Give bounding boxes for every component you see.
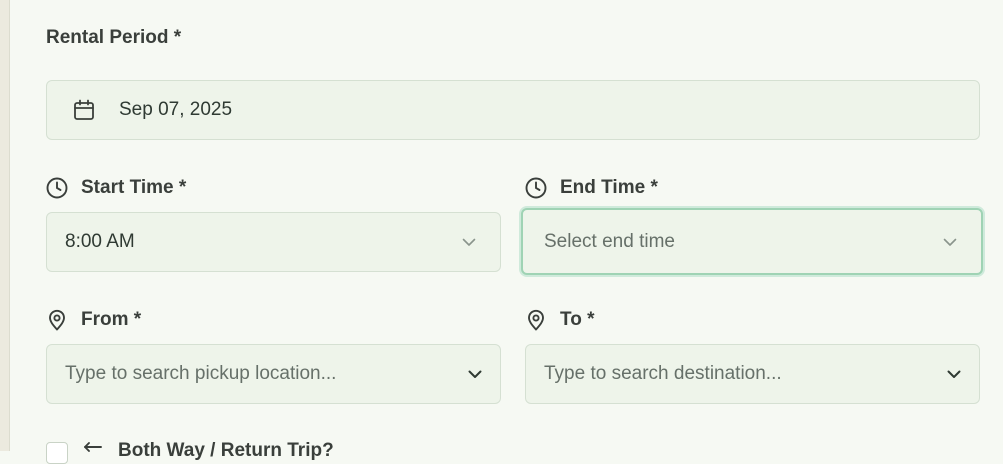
from-label-text: From * xyxy=(81,309,142,330)
return-trip-label-text: Both Way / Return Trip? xyxy=(118,440,334,461)
to-location-input[interactable]: Type to search destination... xyxy=(525,344,980,404)
from-placeholder: Type to search pickup location... xyxy=(65,363,337,384)
from-location-input[interactable]: Type to search pickup location... xyxy=(46,344,501,404)
start-time-label-text: Start Time * xyxy=(81,177,187,198)
rental-date-field[interactable]: Sep 07, 2025 xyxy=(46,80,980,140)
clock-icon xyxy=(525,177,547,199)
map-pin-icon xyxy=(525,309,547,331)
end-time-label-text: End Time * xyxy=(560,177,658,198)
end-time-select[interactable]: Select end time xyxy=(521,208,983,275)
from-label: From * xyxy=(46,309,141,331)
rental-date-value: Sep 07, 2025 xyxy=(119,99,233,120)
start-time-value: 8:00 AM xyxy=(65,231,135,252)
to-placeholder: Type to search destination... xyxy=(544,363,782,384)
chevron-down-icon xyxy=(945,365,963,383)
start-time-label: Start Time * xyxy=(46,177,186,199)
chevron-down-icon xyxy=(460,233,478,251)
end-time-label: End Time * xyxy=(525,177,658,199)
end-time-placeholder: Select end time xyxy=(544,230,675,252)
chevron-down-icon xyxy=(466,365,484,383)
arrow-left-icon xyxy=(82,440,104,462)
rental-period-label-text: Rental Period * xyxy=(46,27,182,48)
calendar-icon xyxy=(73,99,95,121)
clock-icon xyxy=(46,177,68,199)
rental-period-label: Rental Period * xyxy=(46,27,181,49)
start-time-select[interactable]: 8:00 AM xyxy=(46,212,501,272)
return-trip-checkbox[interactable] xyxy=(46,442,68,464)
return-trip-label: Both Way / Return Trip? xyxy=(82,440,334,462)
to-label-text: To * xyxy=(560,309,595,330)
chevron-down-icon xyxy=(941,233,959,251)
left-rail xyxy=(0,0,10,451)
map-pin-icon xyxy=(46,309,68,331)
to-label: To * xyxy=(525,309,594,331)
